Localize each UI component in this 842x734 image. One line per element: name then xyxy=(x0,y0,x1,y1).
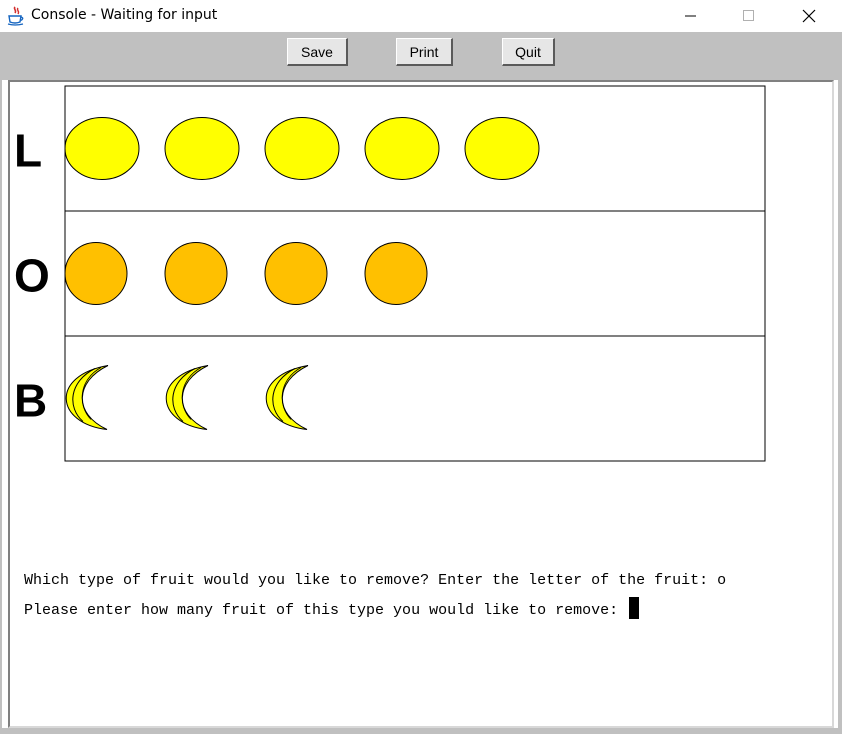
fruit-row-lemon: L xyxy=(14,85,766,212)
window-frame-bottom xyxy=(0,728,842,734)
quit-button[interactable]: Quit xyxy=(502,38,555,66)
window-title: Console - Waiting for input xyxy=(31,7,218,23)
fruit-type-input-value: o xyxy=(717,572,727,589)
console-output[interactable]: L O B Which type of fruit would you like t… xyxy=(8,80,834,728)
close-icon xyxy=(802,9,816,23)
save-button[interactable]: Save xyxy=(287,38,348,66)
banana-icon xyxy=(65,365,109,430)
fruit-row-orange: O xyxy=(14,210,766,337)
fruit-row-letter: B xyxy=(14,375,47,427)
minimize-button[interactable] xyxy=(662,0,720,32)
fruit-row-banana: B xyxy=(14,335,766,462)
print-button[interactable]: Print xyxy=(396,38,453,66)
console-line-fruit-count: Please enter how many fruit of this type… xyxy=(24,597,640,619)
window-frame-right xyxy=(838,32,842,734)
toolbar: Save Print Quit xyxy=(2,32,838,80)
fruit-type-prompt: Which type of fruit would you like to re… xyxy=(24,572,718,589)
fruit-canvas: L O B xyxy=(14,85,766,462)
lemon-icon xyxy=(264,117,340,180)
console-line-fruit-type: Which type of fruit would you like to re… xyxy=(24,572,726,589)
banana-icon xyxy=(165,365,209,430)
orange-icon xyxy=(364,242,428,305)
orange-icon xyxy=(64,242,128,305)
orange-icon xyxy=(164,242,228,305)
title-bar: Console - Waiting for input xyxy=(0,0,842,32)
text-cursor[interactable] xyxy=(629,597,640,619)
lemon-icon xyxy=(64,117,140,180)
close-button[interactable] xyxy=(780,0,838,32)
minimize-icon xyxy=(685,15,696,17)
fruit-row-letter: O xyxy=(14,250,50,302)
lemon-icon xyxy=(164,117,240,180)
fruit-row-letter: L xyxy=(14,125,42,177)
fruit-count-prompt: Please enter how many fruit of this type… xyxy=(24,602,628,619)
lemon-icon xyxy=(464,117,540,180)
maximize-button[interactable] xyxy=(720,0,778,32)
window-frame-left xyxy=(0,32,2,734)
lemon-icon xyxy=(364,117,440,180)
banana-icon xyxy=(265,365,309,430)
orange-icon xyxy=(264,242,328,305)
maximize-icon xyxy=(743,10,754,21)
java-cup-icon xyxy=(7,6,24,26)
